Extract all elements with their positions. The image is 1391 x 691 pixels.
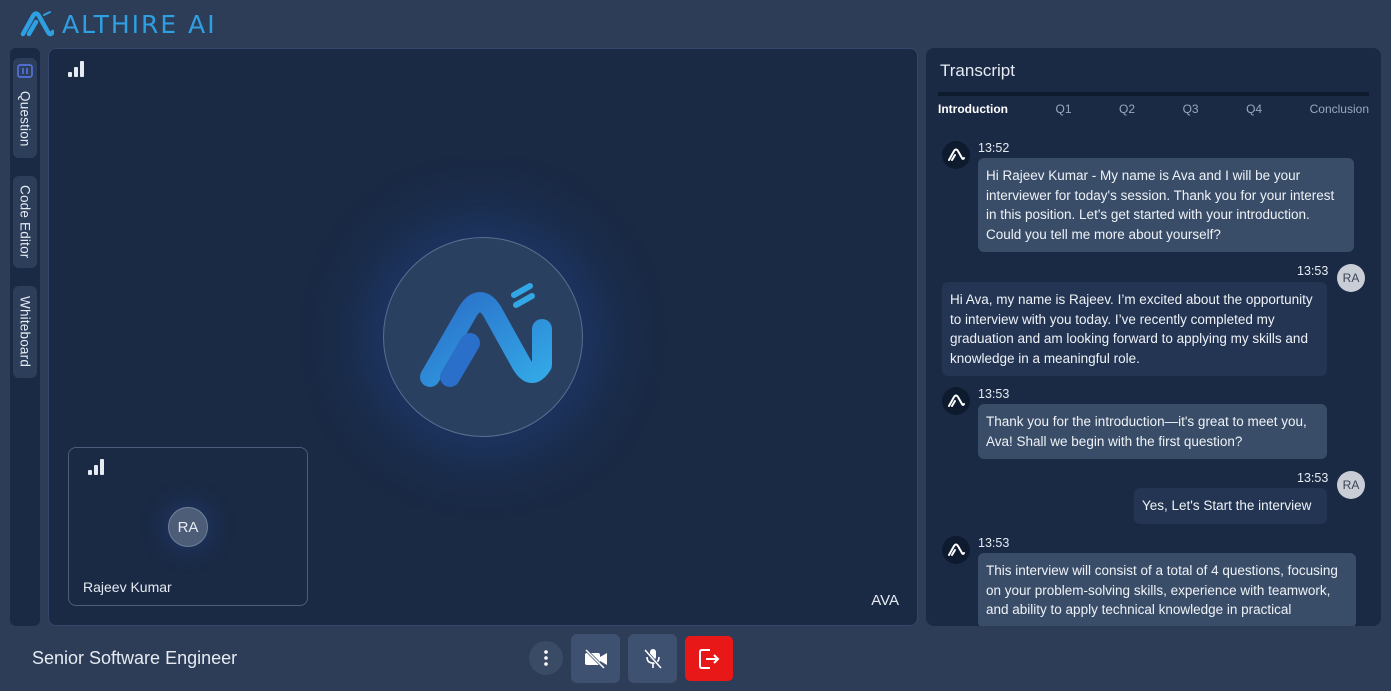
message-bubble: Hi Ava, my name is Rajeev. I’m excited a…: [942, 282, 1327, 376]
left-tool-rail: Question Code Editor Whiteboard: [10, 48, 40, 626]
tab-question-label: Question: [17, 91, 33, 147]
brand-name: ALTHIRE AI: [62, 9, 217, 39]
tab-question[interactable]: Question: [13, 58, 37, 158]
message-time: 13:53: [1297, 471, 1329, 485]
question-panel-icon: [17, 64, 33, 78]
leave-call-icon: [699, 648, 720, 669]
leave-call-button[interactable]: [685, 636, 733, 681]
tab-whiteboard[interactable]: Whiteboard: [13, 286, 37, 378]
ai-bot-icon: [942, 141, 970, 169]
section-tab-q3[interactable]: Q3: [1183, 102, 1199, 116]
ai-name-label: AVA: [871, 592, 899, 609]
message-time: 13:53: [978, 536, 1010, 550]
message-bubble: This interview will consist of a total o…: [978, 553, 1356, 626]
althire-logo-icon: [20, 11, 54, 37]
section-tab-conclusion[interactable]: Conclusion: [1310, 102, 1369, 116]
more-options-button[interactable]: [529, 641, 563, 675]
section-tab-introduction[interactable]: Introduction: [938, 102, 1008, 116]
message-list[interactable]: 13:52 Hi Rajeev Kumar - My name is Ava a…: [926, 138, 1381, 626]
ai-logo-icon: [420, 283, 552, 387]
section-tab-q1[interactable]: Q1: [1056, 102, 1072, 116]
job-role-title: Senior Software Engineer: [32, 648, 238, 668]
tab-whiteboard-label: Whiteboard: [17, 296, 33, 368]
mic-off-icon: [643, 648, 662, 669]
section-tab-q2[interactable]: Q2: [1119, 102, 1135, 116]
mic-toggle-button[interactable]: [628, 634, 677, 683]
signal-strength-icon: [68, 61, 84, 77]
self-avatar: RA: [168, 507, 208, 547]
self-video-tile: RA Rajeev Kumar: [68, 447, 308, 606]
app-header: ALTHIRE AI: [20, 8, 217, 40]
ai-bot-icon: [942, 536, 970, 564]
self-name: Rajeev Kumar: [83, 579, 172, 595]
camera-off-icon: [584, 648, 607, 669]
message-bubble: Hi Rajeev Kumar - My name is Ava and I w…: [978, 158, 1354, 252]
tab-code-editor[interactable]: Code Editor: [13, 176, 37, 268]
ai-video-tile: RA Rajeev Kumar AVA: [48, 48, 918, 626]
user-avatar: RA: [1337, 264, 1365, 292]
tab-code-editor-label: Code Editor: [17, 185, 33, 259]
message-bubble: Yes, Let's Start the interview: [1134, 488, 1327, 524]
ai-bot-icon: [942, 387, 970, 415]
section-progress-bar: [938, 92, 1369, 96]
more-options-icon: [544, 650, 548, 666]
message-bubble: Thank you for the introduction—it's grea…: [978, 404, 1327, 459]
message-time: 13:53: [978, 387, 1010, 401]
message-time: 13:52: [978, 141, 1010, 155]
transcript-title: Transcript: [940, 61, 1015, 80]
ai-avatar: [383, 237, 583, 437]
user-avatar: RA: [1337, 471, 1365, 499]
self-signal-strength-icon: [88, 459, 104, 475]
section-tabs: Introduction Q1 Q2 Q3 Q4 Conclusion: [938, 102, 1369, 116]
section-tab-q4[interactable]: Q4: [1246, 102, 1262, 116]
message-time: 13:53: [1297, 264, 1329, 278]
camera-toggle-button[interactable]: [571, 634, 620, 683]
transcript-panel: Transcript Introduction Q1 Q2 Q3 Q4 Conc…: [926, 48, 1381, 626]
